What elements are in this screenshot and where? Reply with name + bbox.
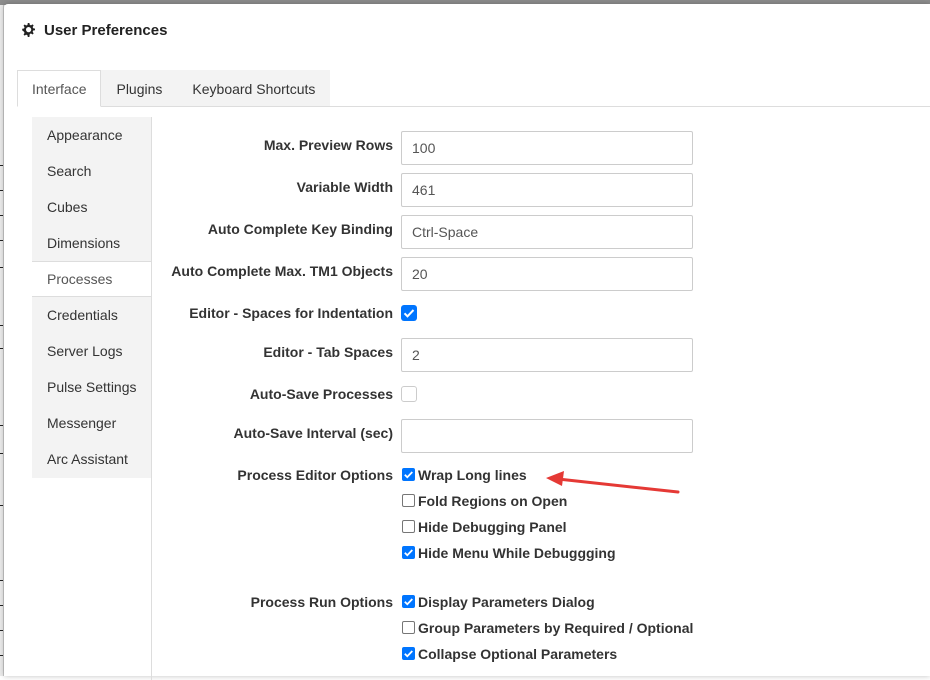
spaces-for-indentation-checkbox[interactable] [401, 305, 417, 321]
red-arrow-icon [546, 471, 680, 494]
tab-interface[interactable]: Interface [17, 70, 102, 107]
spaces-for-indentation-label: Editor - Spaces for Indentation [189, 305, 393, 321]
gear-icon [22, 23, 35, 37]
autocomplete-max-objects-label: Auto Complete Max. TM1 Objects [171, 263, 393, 279]
sidebar-item-arc-assistant[interactable]: Arc Assistant [32, 441, 152, 477]
auto-save-label: Auto-Save Processes [249, 386, 393, 402]
collapse-optional-parameters-label: Collapse Optional Parameters [418, 646, 618, 662]
hide-debugging-panel-checkbox[interactable] [402, 520, 415, 533]
sidebar-item-search[interactable]: Search [32, 153, 152, 189]
wrap-long-lines-checkbox[interactable] [402, 468, 415, 481]
sidebar-item-pulse-settings[interactable]: Pulse Settings [32, 369, 152, 405]
editor-options-label: Process Editor Options [237, 467, 393, 483]
max-preview-rows-label: Max. Preview Rows [263, 137, 393, 153]
auto-save-interval-label: Auto-Save Interval (sec) [233, 425, 394, 441]
hide-menu-debugging-checkbox[interactable] [402, 546, 415, 559]
group-parameters-checkbox[interactable] [402, 621, 415, 634]
tab-plugins[interactable]: Plugins [101, 70, 178, 107]
sidebar-item-messenger[interactable]: Messenger [32, 405, 152, 441]
group-parameters-label: Group Parameters by Required / Optional [418, 620, 694, 636]
dialog-title: User Preferences [44, 21, 168, 39]
sidebar-divider [151, 117, 152, 680]
tab-spaces-input[interactable]: 2 [401, 338, 693, 372]
fold-regions-checkbox[interactable] [402, 494, 415, 507]
hide-debugging-panel-label: Hide Debugging Panel [418, 519, 567, 535]
sidebar-item-credentials[interactable]: Credentials [32, 297, 152, 333]
tab-keyboard-shortcuts[interactable]: Keyboard Shortcuts [177, 70, 331, 107]
check-icon [404, 549, 413, 557]
tab-bar-divider [17, 106, 930, 107]
check-icon [404, 598, 413, 606]
dialog-header: User Preferences [20, 20, 167, 40]
collapse-optional-parameters-checkbox[interactable] [402, 647, 415, 660]
max-preview-rows-input[interactable]: 100 [401, 131, 693, 165]
check-icon [403, 309, 415, 318]
tab-spaces-label: Editor - Tab Spaces [263, 344, 393, 360]
sidebar-item-dimensions[interactable]: Dimensions [32, 225, 152, 261]
user-preferences-dialog: User Preferences Interface Plugins Keybo… [4, 4, 930, 680]
autocomplete-max-objects-input[interactable]: 20 [401, 257, 693, 291]
sidebar: Appearance Search Cubes Dimensions Proce… [32, 117, 152, 678]
auto-save-interval-input[interactable] [401, 419, 693, 453]
autocomplete-key-binding-label: Auto Complete Key Binding [207, 221, 393, 237]
wrap-long-lines-label: Wrap Long lines [418, 467, 527, 483]
run-options-label: Process Run Options [250, 594, 393, 610]
sidebar-item-cubes[interactable]: Cubes [32, 189, 152, 225]
check-icon [404, 471, 413, 479]
display-parameters-dialog-checkbox[interactable] [402, 595, 415, 608]
variable-width-label: Variable Width [296, 179, 393, 195]
check-icon [404, 650, 413, 658]
hide-menu-debugging-label: Hide Menu While Debuggging [418, 545, 616, 561]
autocomplete-key-binding-input[interactable]: Ctrl-Space [401, 215, 693, 249]
sidebar-item-appearance[interactable]: Appearance [32, 117, 152, 153]
sidebar-item-processes[interactable]: Processes [32, 261, 152, 297]
display-parameters-dialog-label: Display Parameters Dialog [418, 594, 595, 610]
sidebar-item-server-logs[interactable]: Server Logs [32, 333, 152, 369]
tab-bar: Interface Plugins Keyboard Shortcuts [17, 70, 331, 107]
variable-width-input[interactable]: 461 [401, 173, 693, 207]
auto-save-checkbox[interactable] [401, 386, 417, 402]
